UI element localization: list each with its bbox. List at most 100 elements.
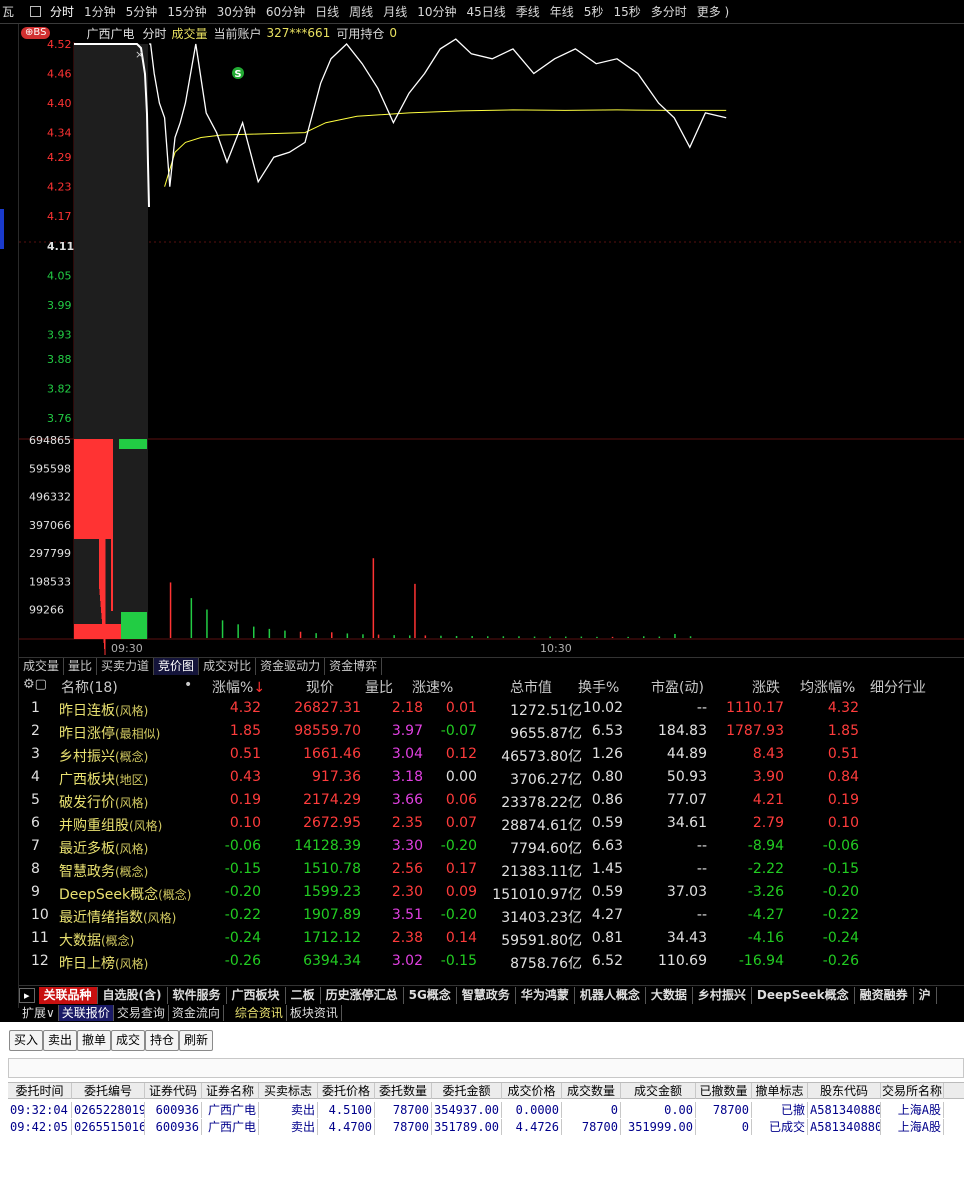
col-avgchg[interactable]: 均涨幅%: [800, 677, 855, 697]
period-tab[interactable]: 季线: [511, 3, 545, 20]
trade-button[interactable]: 刷新: [179, 1030, 214, 1051]
panel-tab[interactable]: 资金流向: [169, 1005, 224, 1021]
indicator-tab[interactable]: 资金驱动力: [256, 657, 326, 675]
sector-tag[interactable]: 关联品种: [38, 986, 98, 1004]
col-speed[interactable]: 涨速%: [412, 677, 453, 697]
cell-name[interactable]: 昨日连板(风格): [59, 700, 148, 720]
indicator-tab[interactable]: 买卖力道: [97, 657, 155, 675]
period-tab[interactable]: 15秒: [608, 3, 645, 20]
panel-tab[interactable]: 板块资讯: [287, 1005, 342, 1021]
col-industry[interactable]: 细分行业: [870, 677, 926, 697]
col-price[interactable]: 现价: [306, 677, 334, 697]
cell-name[interactable]: 最近情绪指数(风格): [59, 907, 176, 927]
order-row[interactable]: 09:32:04 0265228019 600936 广西广电 卖出 4.5100 7870…: [8, 1102, 964, 1118]
period-tab[interactable]: 周线: [344, 3, 378, 20]
cell-name[interactable]: 破发行价(风格): [59, 792, 148, 812]
period-tab[interactable]: 15分钟: [162, 3, 211, 20]
order-col-header[interactable]: 已撤数量: [696, 1083, 752, 1099]
sector-tag[interactable]: 华为鸿蒙: [516, 986, 575, 1004]
period-tab[interactable]: 分时: [45, 3, 79, 20]
table-row[interactable]: 12 6394.34 -0.26 3.02 -0.15 8758.76亿 6.52 110.6…: [19, 951, 964, 974]
panel-tab[interactable]: 综合资讯: [232, 1005, 287, 1021]
indicator-tab[interactable]: 成交对比: [199, 657, 257, 675]
cell-name[interactable]: DeepSeek概念(概念): [59, 884, 192, 904]
sector-tag[interactable]: 智慧政务: [457, 986, 516, 1004]
table-row[interactable]: 10 1907.89 -0.22 3.51 -0.20 31403.23亿 4.27 -- -4…: [19, 905, 964, 928]
sector-tag[interactable]: 历史涨停汇总: [321, 986, 404, 1004]
sector-tag[interactable]: 软件服务: [168, 986, 227, 1004]
period-tab[interactable]: 月线: [378, 3, 412, 20]
panel-tab[interactable]: 扩展∨: [19, 1005, 59, 1021]
period-tab[interactable]: 多分时: [646, 3, 692, 20]
sector-tag[interactable]: 大数据: [646, 986, 693, 1004]
order-col-header[interactable]: 委托数量: [375, 1083, 432, 1099]
table-row[interactable]: 8 1510.78 -0.15 2.56 0.17 21383.11亿 1.45 -- -2.2…: [19, 859, 964, 882]
settings-gear-icon[interactable]: ⚙▢: [23, 677, 47, 692]
trade-button[interactable]: 成交: [111, 1030, 146, 1051]
sector-tag[interactable]: 机器人概念: [575, 986, 646, 1004]
order-col-header[interactable]: 证券代码: [145, 1083, 202, 1099]
table-row[interactable]: 3 1661.46 0.51 3.04 0.12 46573.80亿 1.26 44.89 8.…: [19, 744, 964, 767]
indicator-tab[interactable]: 竞价图: [154, 657, 200, 675]
intraday-chart[interactable]: 4.52 4.46 4.40 4.34 4.29 4.23 4.17 4.11 4.05 3.99…: [19, 24, 964, 657]
sector-tag[interactable]: 融资融券: [855, 986, 914, 1004]
order-col-header[interactable]: 撤单标志: [752, 1083, 808, 1099]
table-row[interactable]: 11 1712.12 -0.24 2.38 0.14 59591.80亿 0.81 34.43…: [19, 928, 964, 951]
table-row[interactable]: 6 2672.95 0.10 2.35 0.07 28874.61亿 0.59 34.61 2.…: [19, 813, 964, 836]
cell-name[interactable]: 并购重组股(风格): [59, 815, 162, 835]
trade-button[interactable]: 撤单: [77, 1030, 112, 1051]
window-toggle-icon[interactable]: [30, 6, 42, 17]
sector-tag[interactable]: 5G概念: [404, 986, 457, 1004]
cell-name[interactable]: 乡村振兴(概念): [59, 746, 148, 766]
table-row[interactable]: 7 14128.39 -0.06 3.30 -0.20 7794.60亿 6.63 -- -8.…: [19, 836, 964, 859]
panel-tab[interactable]: 关联报价: [58, 1005, 114, 1021]
pin-icon[interactable]: ▸: [19, 987, 35, 1003]
panel-tab[interactable]: 交易查询: [114, 1005, 169, 1021]
indicator-tab[interactable]: 资金博弈: [325, 657, 383, 675]
cell-name[interactable]: 智慧政务(概念): [59, 861, 148, 881]
period-tab[interactable]: 45日线: [461, 3, 510, 20]
order-col-header[interactable]: 成交金额: [621, 1083, 696, 1099]
table-row[interactable]: 4 917.36 0.43 3.18 0.00 3706.27亿 0.80 50.93 3.90…: [19, 767, 964, 790]
trade-button[interactable]: 卖出: [43, 1030, 78, 1051]
col-turnover[interactable]: 换手%: [578, 677, 619, 697]
order-col-header[interactable]: 成交价格: [502, 1083, 562, 1099]
sector-tag[interactable]: 广西板块: [227, 986, 286, 1004]
order-col-header[interactable]: 证券名称: [202, 1083, 259, 1099]
order-col-header[interactable]: 委托编号: [72, 1083, 145, 1099]
table-row[interactable]: 1 26827.31 4.32 2.18 0.01 1272.51亿 10.02 -- 1110…: [19, 698, 964, 721]
period-tab[interactable]: 10分钟: [412, 3, 461, 20]
sector-tag[interactable]: 乡村振兴: [693, 986, 752, 1004]
period-tab[interactable]: 30分钟: [212, 3, 261, 20]
table-row[interactable]: 2 98559.70 1.85 3.97 -0.07 9655.87亿 6.53 184.83…: [19, 721, 964, 744]
sector-tag[interactable]: DeepSeek概念: [752, 986, 855, 1004]
sector-tag[interactable]: 自选股(含): [98, 986, 168, 1004]
table-row[interactable]: 5 2174.29 0.19 3.66 0.06 23378.22亿 0.86 77.07 4.…: [19, 790, 964, 813]
col-chg[interactable]: 涨幅%↓: [212, 677, 265, 697]
order-col-header[interactable]: 成交数量: [562, 1083, 621, 1099]
cell-name[interactable]: 昨日涨停(最相似): [59, 723, 160, 743]
cell-name[interactable]: 最近多板(风格): [59, 838, 148, 858]
bs-badge[interactable]: ⊕BS: [21, 27, 51, 39]
indicator-tab[interactable]: 量比: [64, 657, 98, 675]
close-x-icon[interactable]: ×: [135, 48, 144, 61]
sector-tag[interactable]: 二板: [286, 986, 321, 1004]
cell-name[interactable]: 广西板块(地区): [59, 769, 148, 789]
order-col-header[interactable]: 股东代码: [808, 1083, 881, 1099]
period-tab[interactable]: 日线: [310, 3, 344, 20]
col-change[interactable]: 涨跌: [752, 677, 780, 697]
cell-name[interactable]: 昨日上榜(风格): [59, 953, 148, 973]
order-col-header[interactable]: 委托金额: [432, 1083, 502, 1099]
order-col-header[interactable]: 交易所名称: [881, 1083, 944, 1099]
period-tab[interactable]: 5秒: [579, 3, 609, 20]
cell-name[interactable]: 大数据(概念): [59, 930, 134, 950]
period-tab[interactable]: 5分钟: [121, 3, 163, 20]
period-tab[interactable]: 1分钟: [79, 3, 121, 20]
sector-tag[interactable]: 沪: [914, 986, 937, 1004]
period-tab[interactable]: 年线: [545, 3, 579, 20]
table-row[interactable]: 9 1599.23 -0.20 2.30 0.09 151010.97亿 0.59 37.03…: [19, 882, 964, 905]
col-vr[interactable]: 量比: [365, 677, 393, 697]
trade-button[interactable]: 买入: [9, 1030, 44, 1051]
indicator-tab[interactable]: 成交量: [19, 657, 65, 675]
period-tab[interactable]: 60分钟: [261, 3, 310, 20]
